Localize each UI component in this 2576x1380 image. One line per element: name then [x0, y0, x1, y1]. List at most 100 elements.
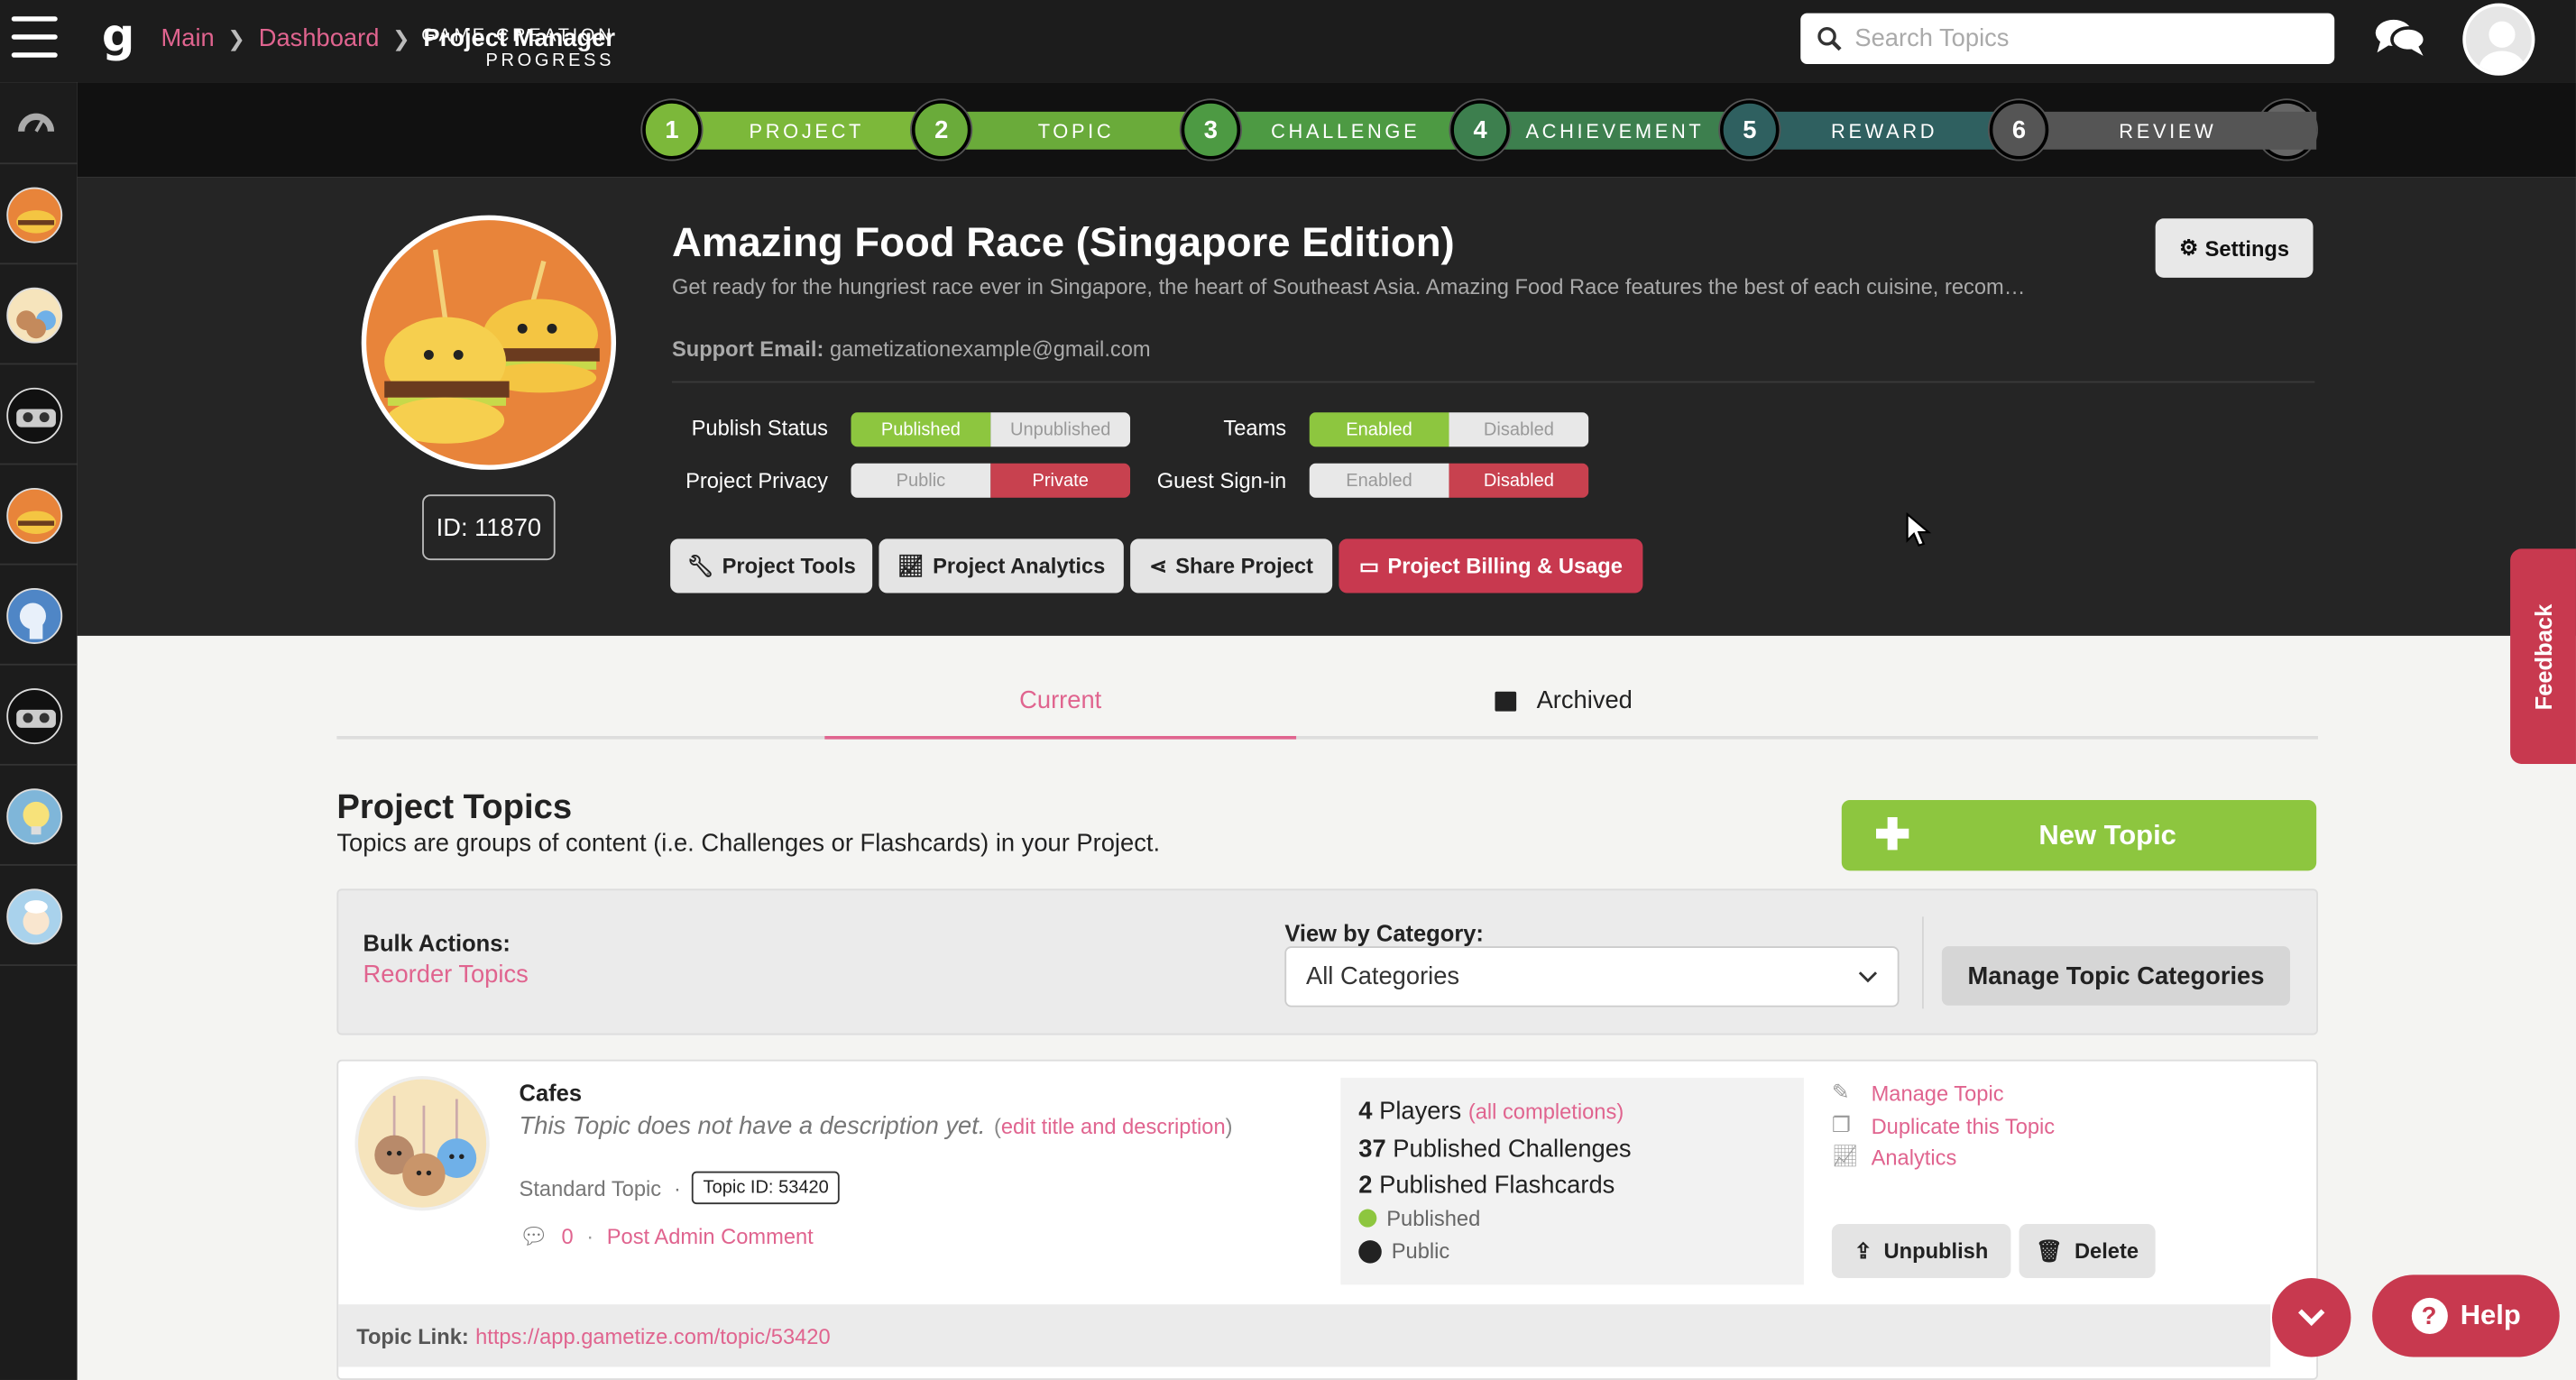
- trash-icon: 🗑︎: [2036, 1237, 2064, 1263]
- progress-label: GAME CREATION PROGRESS: [352, 24, 614, 74]
- topic-link-label: Topic Link:: [356, 1323, 469, 1348]
- unpublish-button[interactable]: ⇪ Unpublish: [1831, 1223, 2011, 1279]
- topic-type-label: Standard Topic: [519, 1176, 662, 1201]
- sidebar-project-cafes[interactable]: [0, 264, 78, 365]
- project-analytics-button[interactable]: 📈︎ Project Analytics: [879, 538, 1124, 593]
- progress-label-line1: GAME CREATION: [421, 26, 615, 46]
- guest-signin-toggle[interactable]: Enabled Disabled: [1309, 463, 1589, 498]
- manage-topic-link[interactable]: ✎ Manage Topic: [1832, 1080, 2004, 1106]
- duplicate-topic-link[interactable]: ❐ Duplicate this Topic: [1832, 1112, 2055, 1138]
- comment-count[interactable]: 0: [562, 1224, 574, 1248]
- view-by-category-label: View by Category:: [1284, 919, 1484, 947]
- progress-step-label[interactable]: TOPIC: [978, 120, 1175, 143]
- upload-icon: ⇪: [1854, 1237, 1872, 1263]
- sidebar-dashboard[interactable]: [0, 82, 78, 165]
- delete-button[interactable]: 🗑︎ Delete: [2019, 1223, 2156, 1279]
- progress-step-label[interactable]: REVIEW: [2056, 120, 2281, 143]
- progress-step-challenge[interactable]: 3: [1181, 100, 1241, 160]
- reorder-topics-link[interactable]: Reorder Topics: [363, 961, 529, 989]
- publish-on-option[interactable]: Published: [851, 412, 991, 447]
- progress-step-label[interactable]: REWARD: [1786, 120, 1983, 143]
- globe-icon: [1358, 1239, 1382, 1263]
- guest-enabled-option[interactable]: Enabled: [1309, 463, 1449, 498]
- share-icon: ⋖: [1149, 552, 1168, 578]
- mouse-cursor-icon: [1906, 511, 1932, 557]
- panel-divider: [1922, 916, 1924, 1009]
- topic-link-url[interactable]: https://app.gametize.com/topic/53420: [475, 1323, 831, 1348]
- progress-step-review[interactable]: 6: [1989, 100, 2049, 160]
- players-label: Players: [1379, 1097, 1462, 1126]
- flashcards-label: Published Flashcards: [1379, 1171, 1615, 1200]
- project-thumbnail: [6, 487, 63, 544]
- topic-analytics-label: Analytics: [1871, 1144, 1957, 1169]
- project-thumbnail: [6, 688, 63, 745]
- chevron-down-icon: [1858, 971, 1878, 982]
- share-project-button[interactable]: ⋖ Share Project: [1130, 538, 1333, 593]
- chevron-down-icon: [2298, 1309, 2325, 1327]
- topic-privacy: Public: [1358, 1238, 1450, 1264]
- project-thumbnail: [6, 788, 63, 845]
- section-subtitle: Topics are groups of content (i.e. Chall…: [336, 829, 1161, 858]
- paren-close: ): [1225, 1113, 1233, 1139]
- sidebar-project-burger[interactable]: [0, 164, 78, 265]
- tab-current[interactable]: Current: [824, 666, 1297, 740]
- project-thumbnail: [6, 588, 63, 644]
- new-topic-button[interactable]: ✚ New Topic: [1841, 800, 2317, 871]
- plus-icon: ✚: [1874, 809, 1910, 860]
- menu-icon[interactable]: [11, 16, 58, 59]
- progress-step-reward[interactable]: 5: [1720, 100, 1780, 160]
- project-billing-button[interactable]: ▭ Project Billing & Usage: [1339, 538, 1643, 593]
- privacy-public-option[interactable]: Public: [851, 463, 991, 498]
- teams-disabled-option[interactable]: Disabled: [1449, 412, 1589, 447]
- teams-toggle[interactable]: Enabled Disabled: [1309, 412, 1589, 447]
- tab-archived[interactable]: Archived: [1322, 666, 1805, 736]
- search-input[interactable]: [1854, 24, 2315, 53]
- progress-step-achievement[interactable]: 4: [1450, 100, 1510, 160]
- settings-button[interactable]: ⚙ Settings: [2155, 218, 2314, 278]
- publish-status-toggle[interactable]: Published Unpublished: [851, 412, 1131, 447]
- support-email-value: gametizationexample@gmail.com: [829, 336, 1151, 362]
- category-select[interactable]: All Categories: [1284, 946, 1900, 1007]
- sidebar-project-burger-2[interactable]: [0, 465, 78, 566]
- guest-disabled-option[interactable]: Disabled: [1449, 463, 1589, 498]
- sidebar-project-vr[interactable]: [0, 364, 78, 465]
- project-thumbnail: [6, 187, 63, 244]
- privacy-private-option[interactable]: Private: [990, 463, 1131, 498]
- breadcrumb-main[interactable]: Main: [161, 24, 214, 52]
- edit-title-link[interactable]: edit title and description: [1001, 1114, 1226, 1138]
- challenges-count: 37: [1358, 1135, 1386, 1164]
- line-chart-icon: 📈︎: [1831, 1143, 1859, 1169]
- progress-step-project[interactable]: 1: [642, 100, 702, 160]
- user-avatar[interactable]: [2462, 3, 2535, 76]
- gametize-logo[interactable]: g: [102, 8, 135, 62]
- progress-step-label[interactable]: ACHIEVEMENT: [1516, 120, 1714, 143]
- sidebar-project-idea[interactable]: [0, 766, 78, 866]
- teams-enabled-option[interactable]: Enabled: [1309, 412, 1449, 447]
- help-button[interactable]: ? Help: [2372, 1274, 2560, 1357]
- sidebar-project-blue[interactable]: [0, 566, 78, 666]
- project-privacy-toggle[interactable]: Public Private: [851, 463, 1131, 498]
- project-tools-button[interactable]: 🔧︎ Project Tools: [670, 538, 873, 593]
- topic-analytics-link[interactable]: 📈︎ Analytics: [1832, 1144, 1956, 1170]
- flashcards-stat: 2 Published Flashcards: [1358, 1172, 1615, 1200]
- topic-privacy-label: Public: [1391, 1238, 1450, 1264]
- all-completions-link[interactable]: (all completions): [1468, 1099, 1624, 1124]
- credit-card-icon: ▭: [1358, 552, 1380, 578]
- publish-off-option[interactable]: Unpublished: [990, 412, 1131, 447]
- topic-type: Standard Topic ·: [519, 1176, 681, 1201]
- sidebar-project-chef[interactable]: [0, 866, 78, 966]
- topic-tabs: Current Archived: [336, 666, 2318, 740]
- sidebar-project-vr-2[interactable]: [0, 666, 78, 766]
- topic-name: Cafes: [519, 1079, 583, 1106]
- question-icon: ?: [2411, 1297, 2448, 1334]
- manage-topic-categories-button[interactable]: Manage Topic Categories: [1941, 946, 2291, 1006]
- feedback-tab[interactable]: Feedback: [2510, 548, 2576, 764]
- chat-icon[interactable]: [2374, 14, 2427, 69]
- progress-step-label[interactable]: CHALLENGE: [1247, 120, 1444, 143]
- progress-step-label[interactable]: PROJECT: [708, 120, 906, 143]
- settings-label: Settings: [2204, 235, 2290, 261]
- project-image: [361, 215, 617, 470]
- scroll-down-button[interactable]: [2271, 1278, 2351, 1357]
- progress-step-topic[interactable]: 2: [911, 100, 971, 160]
- post-admin-comment-link[interactable]: Post Admin Comment: [607, 1224, 814, 1248]
